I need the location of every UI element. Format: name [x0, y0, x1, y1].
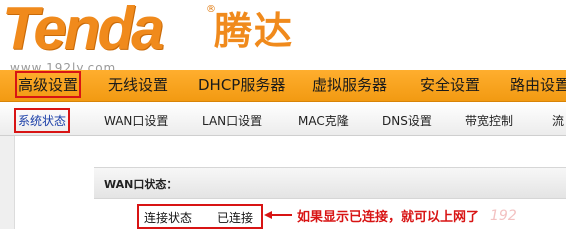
main-nav-security[interactable]: 安全设置: [420, 74, 480, 95]
sub-nav-mac-clone[interactable]: MAC克隆: [298, 112, 349, 129]
connection-status-value: 已连接: [217, 211, 254, 225]
tenda-logo: Tenda: [2, 0, 164, 62]
left-strip: [0, 136, 15, 229]
main-nav-routing[interactable]: 路由设置: [510, 74, 566, 95]
wan-status-header: WAN口状态：: [94, 167, 566, 199]
sub-nav-traffic[interactable]: 流: [552, 112, 564, 129]
connection-status-box: 连接状态 已连接: [137, 204, 263, 229]
header: Tenda ® 腾达 www.192ly.com: [0, 0, 566, 75]
wan-status-title: WAN口状态：: [104, 178, 178, 191]
sub-nav: 系统状态 WAN口设置 LAN口设置 MAC克隆 DNS设置 带宽控制 流: [0, 102, 566, 136]
sub-nav-wan-settings[interactable]: WAN口设置: [104, 112, 168, 129]
main-nav-virtual-server[interactable]: 虚拟服务器: [312, 74, 387, 95]
annotation-note: 如果显示已连接，就可以上网了: [297, 210, 480, 225]
sub-nav-system-status[interactable]: 系统状态: [13, 108, 71, 133]
main-nav-advanced[interactable]: 高级设置: [14, 71, 82, 98]
sub-nav-dns-settings[interactable]: DNS设置: [382, 112, 432, 129]
main-nav: 高级设置 无线设置 DHCP服务器 虚拟服务器 安全设置 路由设置: [0, 70, 566, 102]
connection-status-label: 连接状态: [144, 211, 193, 225]
arrow-left-icon: [264, 211, 292, 219]
sub-nav-bandwidth[interactable]: 带宽控制: [465, 112, 513, 129]
main-nav-wireless[interactable]: 无线设置: [108, 74, 168, 95]
sub-nav-lan-settings[interactable]: LAN口设置: [202, 112, 262, 129]
main-nav-dhcp[interactable]: DHCP服务器: [198, 74, 285, 95]
tenda-logo-chinese: 腾达: [214, 9, 295, 53]
corner-watermark: 192: [490, 208, 517, 224]
